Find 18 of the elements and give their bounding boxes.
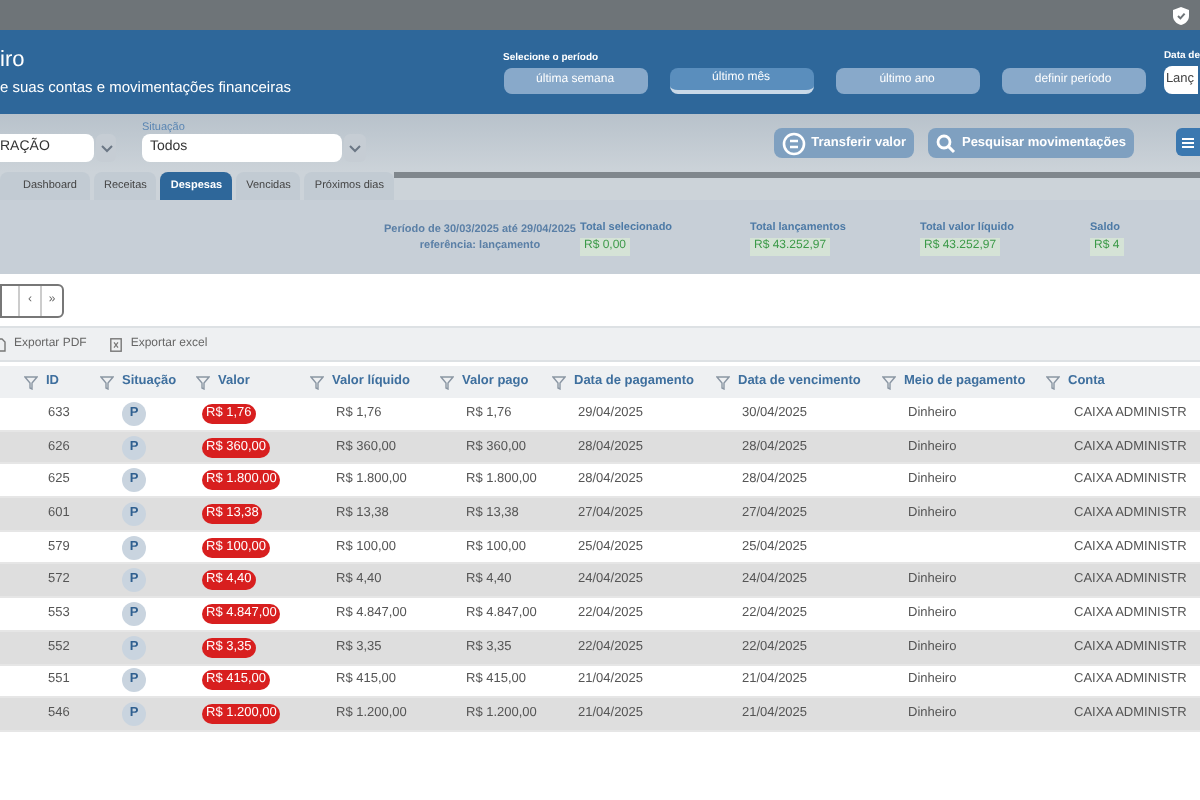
filter-icon[interactable] [310,375,324,389]
menu-icon [1182,137,1194,147]
filter-icon[interactable] [1046,375,1060,389]
filter-icon[interactable] [196,375,210,389]
filter-icon[interactable] [24,375,38,389]
filter-icon[interactable] [882,375,896,389]
filter-icon[interactable] [440,375,454,389]
filter-icon[interactable] [100,375,114,389]
transfer-icon [781,131,806,155]
shield-icon[interactable] [1172,5,1190,25]
chevron-down-icon [348,143,362,153]
spreadsheet-icon [110,337,123,351]
search-icon [935,133,956,153]
chevron-down-icon [99,143,113,153]
filter-icon[interactable] [716,375,730,389]
page-title: iro [0,47,27,73]
menu-button[interactable] [1176,128,1200,156]
filter-icon[interactable] [552,375,566,389]
